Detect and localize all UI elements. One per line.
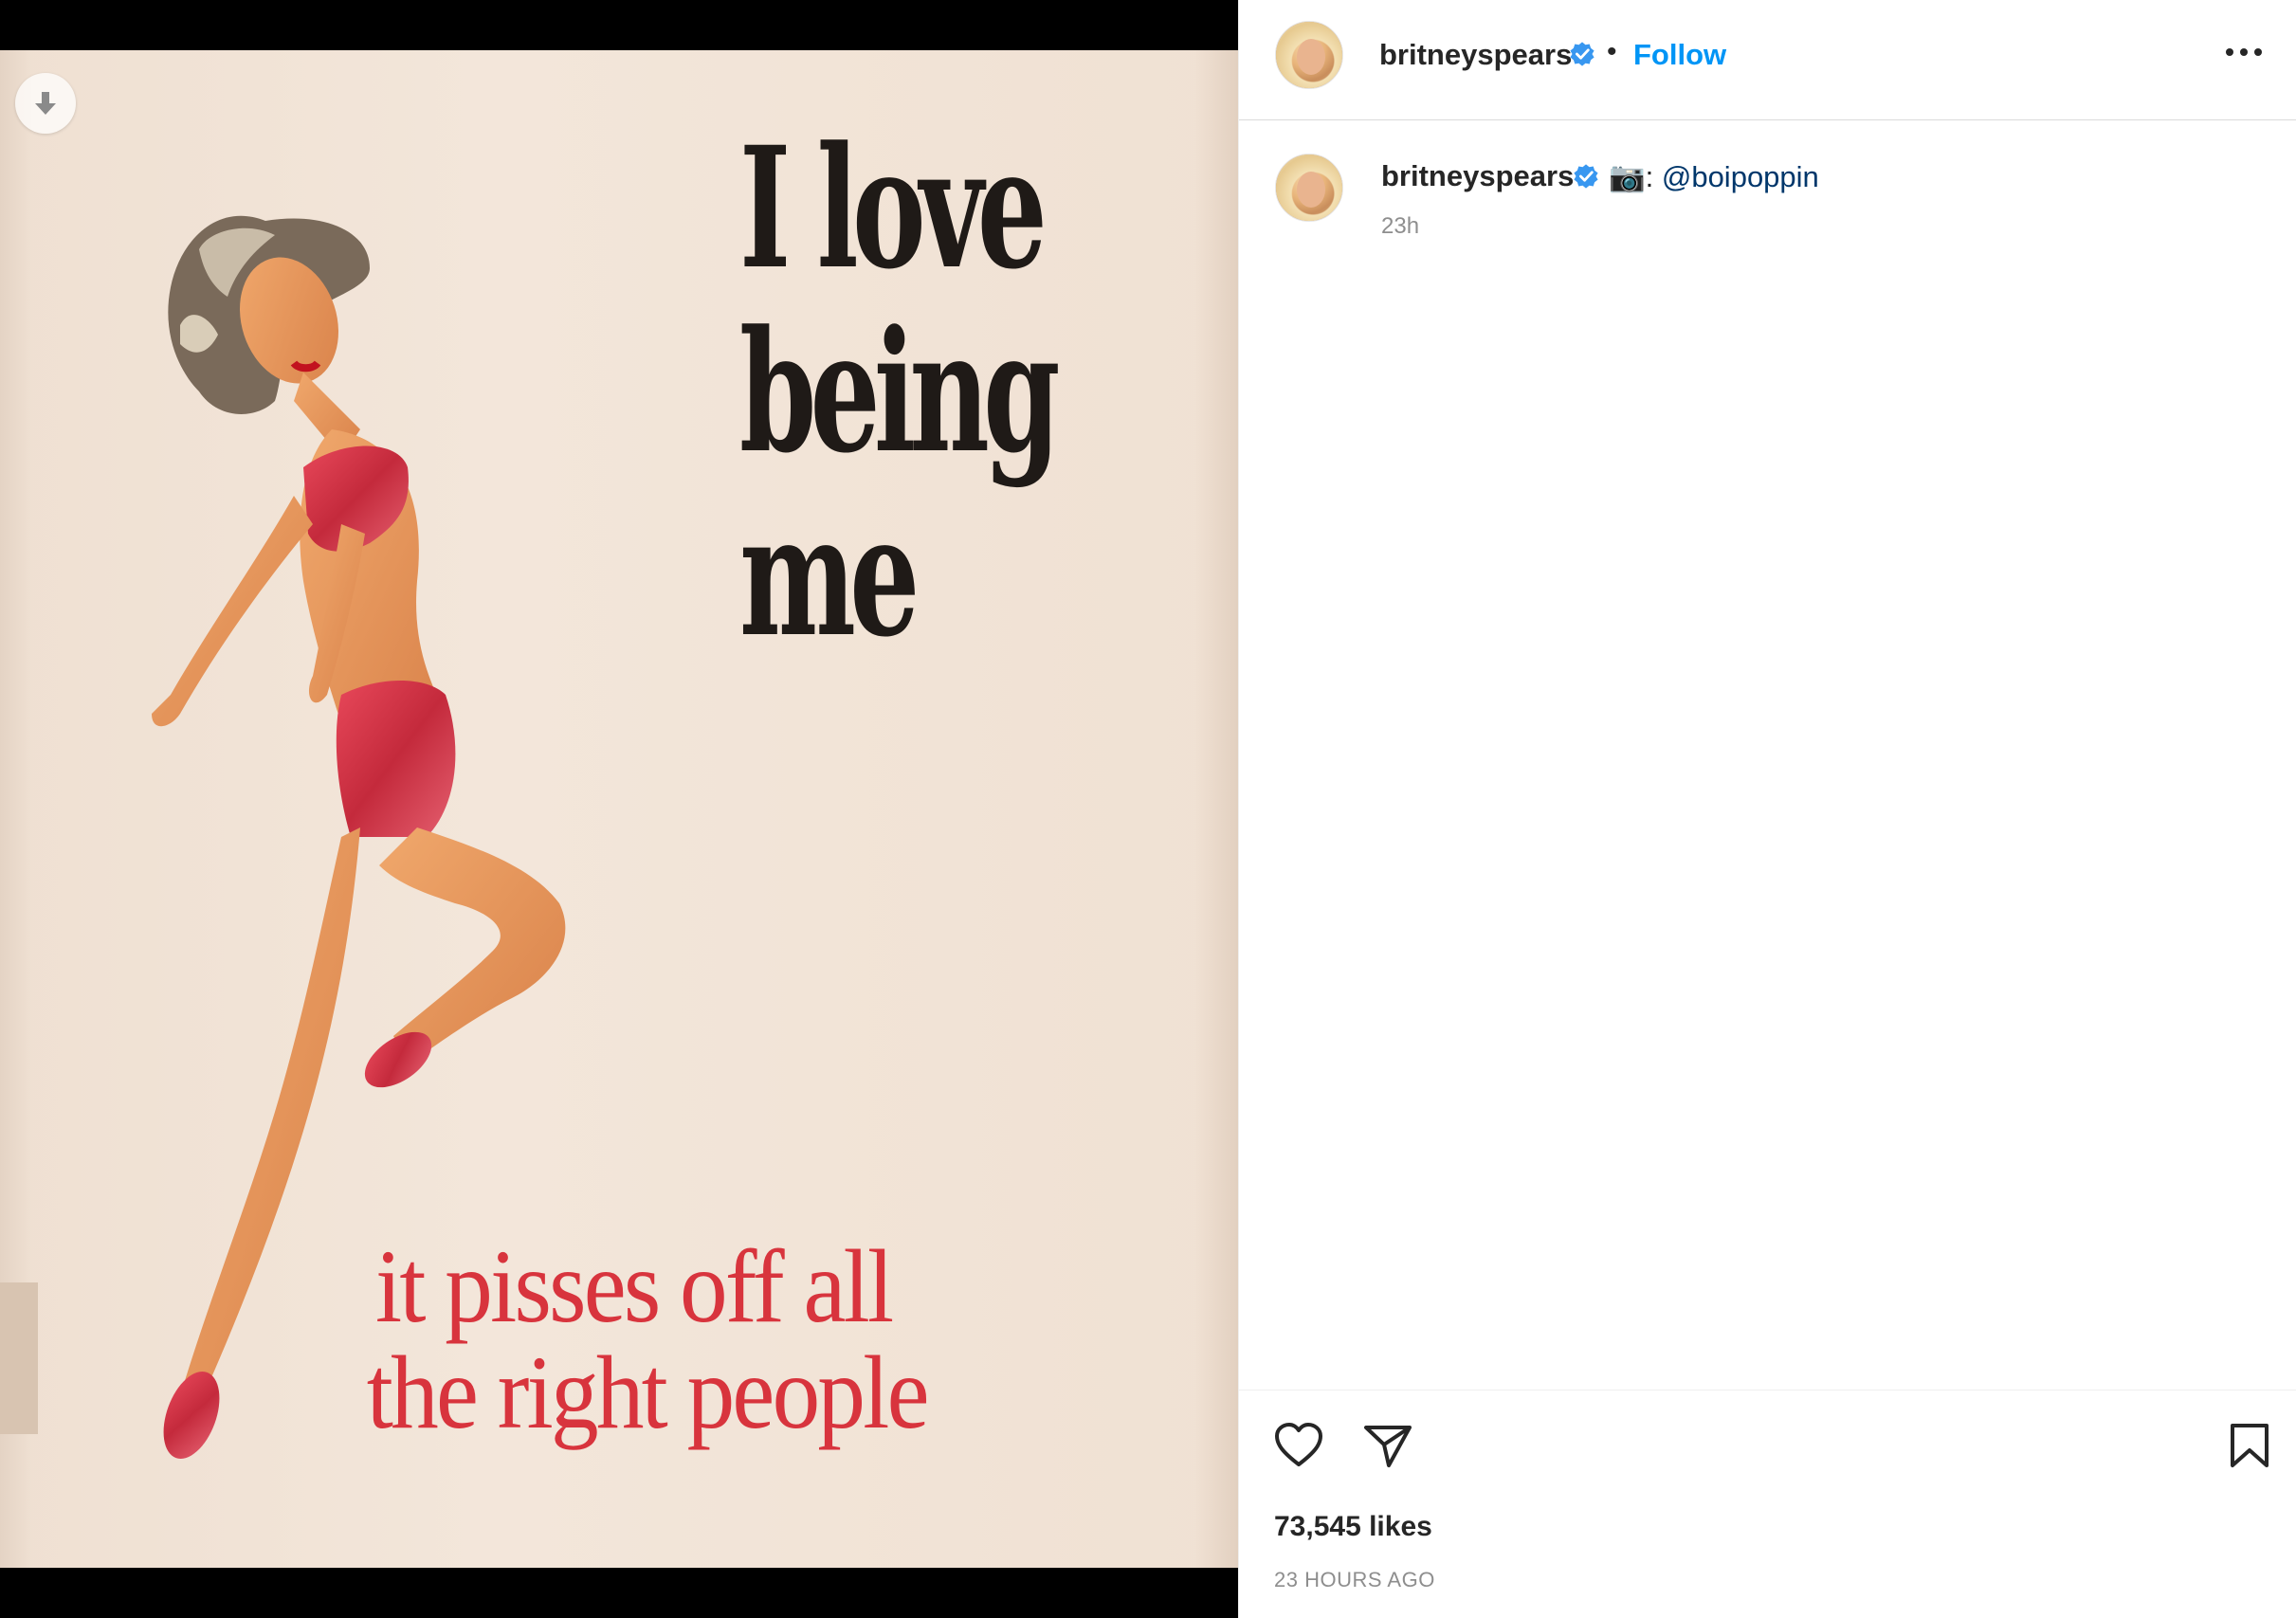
like-button[interactable] [1273, 1422, 1324, 1474]
poster-headline-line: me [739, 478, 920, 674]
follow-button[interactable]: Follow [1633, 38, 1726, 72]
paper-tear [0, 1282, 38, 1434]
bookmark-icon [2231, 1424, 2269, 1467]
post-timestamp[interactable]: 23 HOURS AGO [1274, 1568, 1435, 1592]
poster-subline: it pisses off all the right people [367, 1228, 930, 1445]
share-icon [1364, 1426, 1412, 1467]
caption-body: 📷: @boipoppin [1609, 159, 1819, 194]
download-icon [35, 92, 56, 115]
instagram-post-modal: I love being me it pisses off all the ri… [0, 0, 2296, 1618]
post-media-panel: I love being me it pisses off all the ri… [0, 0, 1238, 1618]
more-options-icon [2226, 48, 2262, 56]
caption-timestamp[interactable]: 23h [1381, 213, 1419, 240]
verified-badge-icon [1574, 164, 1598, 189]
poster-subline-line: it pisses off all [375, 1228, 894, 1344]
poster-headline-line: being [739, 294, 1061, 490]
post-header: britneyspears • Follow [1239, 0, 2296, 120]
caption: britneyspears [1381, 159, 1574, 193]
paper-edge-right [1194, 50, 1238, 1568]
author-avatar[interactable] [1275, 21, 1343, 89]
actions-divider [1239, 1390, 2296, 1391]
verified-badge-icon [1570, 42, 1594, 66]
save-button[interactable] [2229, 1422, 2270, 1474]
poster-headline: I love being me [739, 110, 1061, 674]
camera-emoji: 📷 [1609, 160, 1646, 193]
poster-subline-line: the right people [366, 1335, 930, 1450]
caption-colon: : [1645, 160, 1654, 193]
header-separator: • [1607, 36, 1617, 67]
caption-author-username[interactable]: britneyspears [1381, 159, 1574, 192]
post-image[interactable]: I love being me it pisses off all the ri… [0, 50, 1238, 1568]
share-button[interactable] [1362, 1422, 1413, 1474]
caption-author-avatar[interactable] [1275, 154, 1343, 222]
post-details-panel: britneyspears • Follow britneyspears 📷: … [1238, 0, 2296, 1618]
download-button[interactable] [15, 73, 76, 134]
poster-headline-line: I love [739, 110, 1048, 306]
author-username[interactable]: britneyspears [1379, 38, 1572, 72]
more-options-button[interactable] [2223, 38, 2265, 66]
caption-mention-link[interactable]: @boipoppin [1662, 160, 1819, 193]
heart-icon [1275, 1423, 1322, 1466]
likes-count[interactable]: 73,545 likes [1274, 1511, 1432, 1543]
